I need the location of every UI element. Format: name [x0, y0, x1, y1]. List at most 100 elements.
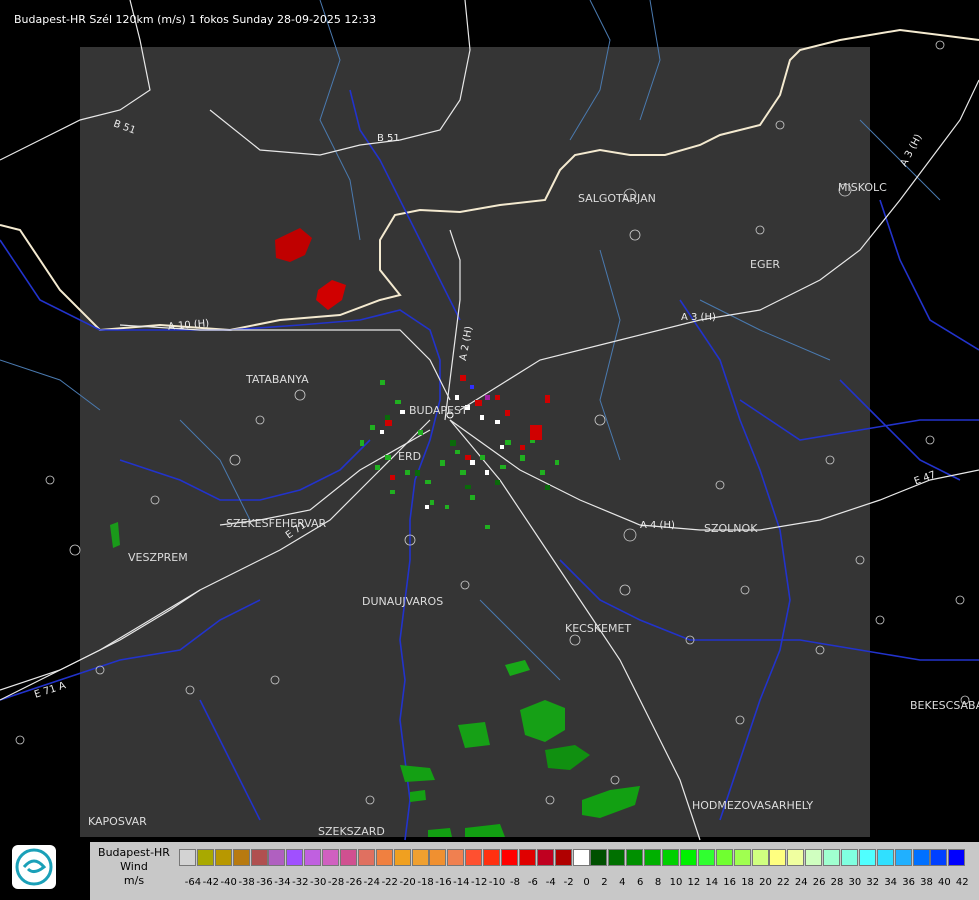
legend-swatch	[322, 849, 340, 866]
legend-tick-label: 18	[741, 877, 754, 888]
legend-tick-label: 38	[920, 877, 933, 888]
legend-swatch	[805, 849, 823, 866]
legend-swatch	[644, 849, 662, 866]
legend-swatch	[876, 849, 894, 866]
legend-tick-label: 42	[955, 877, 969, 888]
legend-swatch	[447, 849, 465, 866]
city-label-tatabanya: TATABANYA	[246, 373, 309, 386]
legend-tick-label: 30	[848, 877, 862, 888]
legend-tick-label: -64	[184, 877, 202, 888]
legend-swatch	[715, 849, 733, 866]
legend-swatch	[787, 849, 805, 866]
legend-swatch	[572, 849, 590, 866]
legend-tick-label: 40	[937, 877, 951, 888]
met-service-logo	[12, 845, 56, 889]
legend-swatch	[357, 849, 375, 866]
legend-tick-label: -28	[327, 877, 345, 888]
city-label-szolnok: SZOLNOK	[704, 522, 758, 535]
legend-tick-label: -4	[545, 877, 556, 888]
legend-swatch	[483, 849, 501, 866]
radar-coverage-area	[80, 47, 870, 837]
legend-swatch	[411, 849, 429, 866]
legend-tick-label: -34	[274, 877, 291, 888]
legend-tick-label: 8	[654, 877, 662, 888]
legend-swatch	[501, 849, 519, 866]
color-legend: Budapest-HR Wind m/s -64 -42 -40 -38 -36 -34-…	[90, 842, 979, 900]
legend-tick-label: -36	[256, 877, 273, 888]
city-label-bekescsaba: BEKESCSABA	[910, 699, 979, 712]
legend-tick-label: 28	[830, 877, 844, 888]
legend-swatch	[733, 849, 751, 866]
legend-tick-label: 24	[794, 877, 808, 888]
legend-tick-label: 6	[637, 877, 644, 888]
legend-swatch	[393, 849, 411, 866]
legend-swatch	[340, 849, 358, 866]
legend-tick-label: 26	[812, 877, 826, 888]
radar-map	[0, 0, 979, 900]
legend-swatch	[948, 849, 966, 866]
legend-tick-label: 36	[902, 877, 915, 888]
legend-tick-label: 4	[619, 877, 626, 888]
legend-tick-label: 20	[759, 877, 772, 888]
legend-swatch	[536, 849, 554, 866]
legend-tick-label: 16	[723, 877, 737, 888]
legend-swatch	[608, 849, 626, 866]
legend-tick-label: 0	[583, 877, 590, 888]
city-label-dunaujvaros: DUNAUJVAROS	[362, 595, 444, 608]
legend-tick-label: -8	[509, 877, 520, 888]
legend-ticks: -64 -42 -40 -38 -36 -34 -32 -30 -28 -26 -24 -22 -20-…	[184, 877, 971, 888]
legend-tick-label: -38	[238, 877, 255, 888]
city-label-eger: EGER	[750, 258, 781, 271]
legend-swatch	[894, 849, 912, 866]
legend-tick-label: 22	[776, 877, 790, 888]
legend-swatch	[679, 849, 697, 866]
legend-swatch	[286, 849, 304, 866]
legend-swatch	[214, 849, 232, 866]
legend-swatch	[465, 849, 483, 866]
road-label-a3: A 3 (H)	[681, 312, 716, 323]
legend-swatch	[840, 849, 858, 866]
city-label-budapest: BUDAPEST	[409, 404, 468, 417]
city-label-salgotarjan: SALGOTARJAN	[578, 192, 656, 205]
road-label-b51: B 51	[377, 133, 400, 144]
legend-swatch	[518, 849, 536, 866]
legend-tick-label: -2	[563, 877, 574, 888]
legend-swatch	[858, 849, 876, 866]
legend-tick-label: -40	[220, 877, 237, 888]
legend-swatch	[232, 849, 250, 866]
city-label-miskolc: MISKOLC	[838, 181, 887, 194]
legend-swatch	[930, 849, 948, 866]
legend-swatch	[751, 849, 769, 866]
legend-tick-label: -10	[488, 877, 506, 888]
legend-swatches	[179, 849, 966, 866]
legend-radar-name: Budapest-HR	[98, 846, 170, 859]
legend-swatch	[304, 849, 322, 866]
legend-tick-label: -32	[292, 877, 309, 888]
legend-tick-label: -20	[399, 877, 416, 888]
legend-swatch	[912, 849, 930, 866]
legend-tick-label: 32	[866, 877, 880, 888]
city-label-szekszard: SZEKSZARD	[318, 825, 385, 838]
legend-swatch	[429, 849, 447, 866]
legend-tick-label: -12	[471, 877, 488, 888]
legend-tick-label: 14	[705, 877, 719, 888]
legend-tick-label: 10	[669, 877, 683, 888]
legend-unit: m/s	[123, 874, 145, 887]
road-label-a4: A 4 (H)	[640, 520, 675, 531]
map-title: Budapest-HR Szél 120km (m/s) 1 fokos Sun…	[14, 13, 377, 26]
legend-tick-label: -30	[310, 877, 327, 888]
legend-tick-label: -26	[345, 877, 363, 888]
city-label-kecskemet: KECSKEMET	[565, 622, 632, 635]
legend-swatch	[375, 849, 393, 866]
legend-tick-label: -16	[435, 877, 452, 888]
legend-tick-label: -24	[363, 877, 381, 888]
legend-swatch	[823, 849, 841, 866]
legend-tick-label: -22	[381, 877, 398, 888]
legend-title: Budapest-HR Wind m/s	[90, 846, 178, 888]
legend-tick-label: -6	[527, 877, 538, 888]
legend-swatch	[196, 849, 214, 866]
legend-swatch	[250, 849, 268, 866]
city-label-hodmezovasarhely: HODMEZOVASARHELY	[692, 799, 814, 812]
city-label-kaposvar: KAPOSVAR	[88, 815, 147, 828]
legend-swatch	[662, 849, 680, 866]
